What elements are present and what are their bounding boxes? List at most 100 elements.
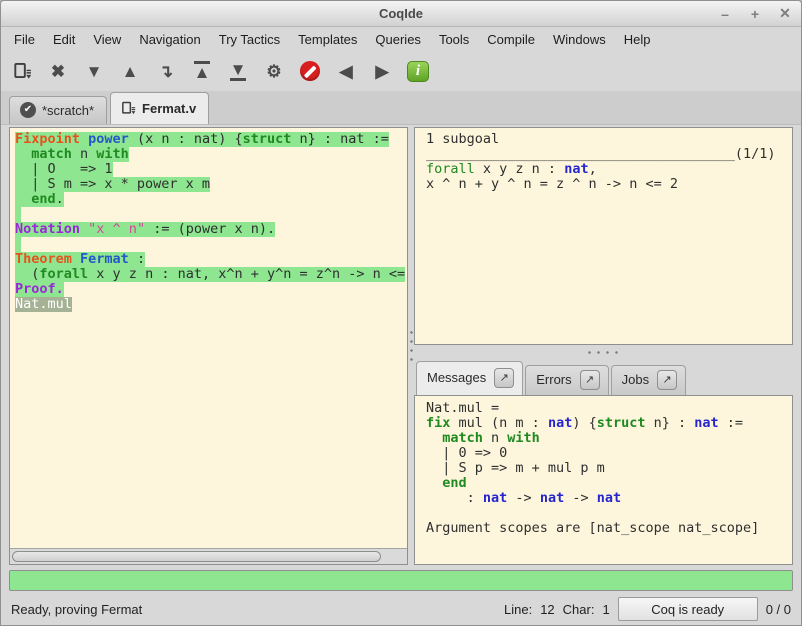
code-token: Nat.mul bbox=[15, 296, 72, 312]
forward-button[interactable]: ▶ bbox=[367, 56, 397, 86]
window-title: CoqIde bbox=[379, 6, 423, 21]
back-button[interactable]: ◀ bbox=[331, 56, 361, 86]
editor-horizontal-scrollbar[interactable] bbox=[10, 548, 407, 564]
menu-item-help[interactable]: Help bbox=[615, 29, 660, 50]
editor-code-line[interactable]: Fixpoint power (x n : nat) {struct n} : … bbox=[10, 132, 407, 147]
editor-code-line[interactable]: match n with bbox=[10, 147, 407, 162]
about-button[interactable]: i bbox=[403, 56, 433, 86]
code-token: n} : nat := bbox=[291, 131, 389, 147]
processed-highlight: | S m => x * power x m bbox=[15, 177, 210, 192]
code-token: with bbox=[507, 430, 540, 446]
right-column: 1 subgoal_______________________________… bbox=[414, 127, 793, 565]
editor-code-line[interactable]: Theorem Fermat : bbox=[10, 252, 407, 267]
detach-messages-button[interactable]: ↗ bbox=[494, 368, 514, 388]
message-line: fix mul (n m : nat) {struct n} : nat := bbox=[421, 416, 786, 431]
tab-errors[interactable]: Errors↗ bbox=[525, 365, 608, 395]
code-token: nat bbox=[483, 490, 507, 506]
menu-item-tools[interactable]: Tools bbox=[430, 29, 478, 50]
editor-pane[interactable]: Fixpoint power (x n : nat) {struct n} : … bbox=[9, 127, 408, 565]
code-token: | O => 1 bbox=[15, 161, 113, 177]
tab-jobs[interactable]: Jobs ↗ bbox=[611, 365, 686, 395]
code-token: mul (n m : bbox=[450, 415, 548, 431]
editor-text-area[interactable]: Fixpoint power (x n : nat) {struct n} : … bbox=[10, 128, 407, 548]
detach-errors-button[interactable]: ↗ bbox=[580, 370, 600, 390]
tab-fermat-v[interactable]: Fermat.v bbox=[110, 92, 209, 124]
editor-code-line[interactable] bbox=[10, 237, 407, 252]
editor-code-line[interactable]: | O => 1 bbox=[10, 162, 407, 177]
code-token: n} : bbox=[646, 415, 695, 431]
tab-label: *scratch* bbox=[42, 103, 94, 118]
editor-code-line[interactable]: Nat.mul bbox=[10, 297, 407, 312]
menu-item-file[interactable]: File bbox=[5, 29, 44, 50]
code-token: end bbox=[31, 191, 55, 207]
detach-arrow-icon: ↗ bbox=[500, 371, 509, 384]
detach-arrow-icon: ↗ bbox=[585, 373, 594, 386]
step-backward-button[interactable]: ▲ bbox=[115, 56, 145, 86]
menu-item-edit[interactable]: Edit bbox=[44, 29, 84, 50]
menu-item-try-tactics[interactable]: Try Tactics bbox=[210, 29, 289, 50]
maximize-button[interactable]: + bbox=[747, 6, 763, 22]
scrollbar-thumb[interactable] bbox=[12, 551, 381, 562]
menu-item-windows[interactable]: Windows bbox=[544, 29, 615, 50]
code-token bbox=[80, 131, 88, 147]
editor-code-line[interactable]: Notation "x ^ n" := (power x n). bbox=[10, 222, 407, 237]
detach-jobs-button[interactable]: ↗ bbox=[657, 370, 677, 390]
code-token: with bbox=[96, 146, 129, 162]
menu-item-compile[interactable]: Compile bbox=[478, 29, 544, 50]
goal-line: forall x y z n : nat, bbox=[421, 162, 786, 177]
statusbar: Ready, proving Fermat Line: 12 Char: 1 C… bbox=[1, 593, 801, 625]
menu-item-navigation[interactable]: Navigation bbox=[130, 29, 209, 50]
restart-button[interactable]: ▲ bbox=[187, 56, 217, 86]
check-circle-icon: ✔ bbox=[20, 102, 36, 118]
tab-scratch[interactable]: ✔ *scratch* bbox=[9, 96, 107, 124]
minimize-button[interactable]: – bbox=[717, 6, 733, 22]
char-label: Char: bbox=[563, 602, 595, 617]
step-forward-button[interactable]: ▼ bbox=[79, 56, 109, 86]
vertical-splitter-grip-icon bbox=[410, 328, 413, 364]
fully-check-button[interactable]: ⚙ bbox=[259, 56, 289, 86]
code-token: := bbox=[719, 415, 743, 431]
code-token: ) { bbox=[572, 415, 596, 431]
code-token: "x ^ n" bbox=[88, 221, 145, 237]
close-button[interactable]: ✕ bbox=[777, 5, 793, 22]
close-button[interactable]: ✖ bbox=[43, 56, 73, 86]
coq-status-button[interactable]: Coq is ready bbox=[618, 597, 758, 621]
code-token: Notation bbox=[15, 221, 80, 237]
tab-label: Messages bbox=[427, 370, 486, 385]
status-message: Ready, proving Fermat bbox=[11, 602, 504, 617]
processed-highlight: match n with bbox=[15, 147, 129, 162]
fully-check-icon: ⚙ bbox=[266, 63, 281, 80]
tab-label: Jobs bbox=[622, 372, 649, 387]
titlebar[interactable]: CoqIde – + ✕ bbox=[1, 1, 801, 27]
horizontal-splitter[interactable] bbox=[414, 345, 793, 359]
code-token: | S m => x * power x m bbox=[15, 176, 210, 192]
processed-highlight: (forall x y z n : nat, x^n + y^n = z^n -… bbox=[15, 267, 405, 282]
editor-code-line[interactable] bbox=[10, 207, 407, 222]
code-token bbox=[15, 191, 31, 207]
processed-highlight: | O => 1 bbox=[15, 162, 113, 177]
messages-notebook: Messages↗Errors↗Jobs↗ Nat.mul =fix mul (… bbox=[414, 359, 793, 565]
go-to-end-button[interactable]: ▼ bbox=[223, 56, 253, 86]
menu-item-queries[interactable]: Queries bbox=[366, 29, 430, 50]
message-line: | 0 => 0 bbox=[421, 446, 786, 461]
editor-code-line[interactable]: Proof. bbox=[10, 282, 407, 297]
processed-highlight: end. bbox=[15, 192, 64, 207]
code-token: nat bbox=[540, 490, 564, 506]
save-icon bbox=[13, 62, 32, 81]
messages-tabbar: Messages↗Errors↗Jobs↗ bbox=[414, 359, 793, 395]
interrupt-button[interactable] bbox=[295, 56, 325, 86]
tab-messages[interactable]: Messages ↗ bbox=[416, 361, 523, 395]
editor-code-line[interactable]: end. bbox=[10, 192, 407, 207]
editor-code-line[interactable]: (forall x y z n : nat, x^n + y^n = z^n -… bbox=[10, 267, 407, 282]
menu-item-templates[interactable]: Templates bbox=[289, 29, 366, 50]
go-to-cursor-button[interactable]: ↴ bbox=[151, 56, 181, 86]
window-controls: – + ✕ bbox=[717, 1, 793, 26]
menu-item-view[interactable]: View bbox=[84, 29, 130, 50]
goal-line: x ^ n + y ^ n = z ^ n -> n <= 2 bbox=[421, 177, 786, 192]
code-token: , bbox=[589, 161, 597, 177]
editor-code-line[interactable]: | S m => x * power x m bbox=[10, 177, 407, 192]
save-button[interactable] bbox=[7, 56, 37, 86]
code-token: n bbox=[72, 146, 96, 162]
code-token bbox=[72, 251, 80, 267]
interrupt-icon bbox=[300, 61, 320, 81]
